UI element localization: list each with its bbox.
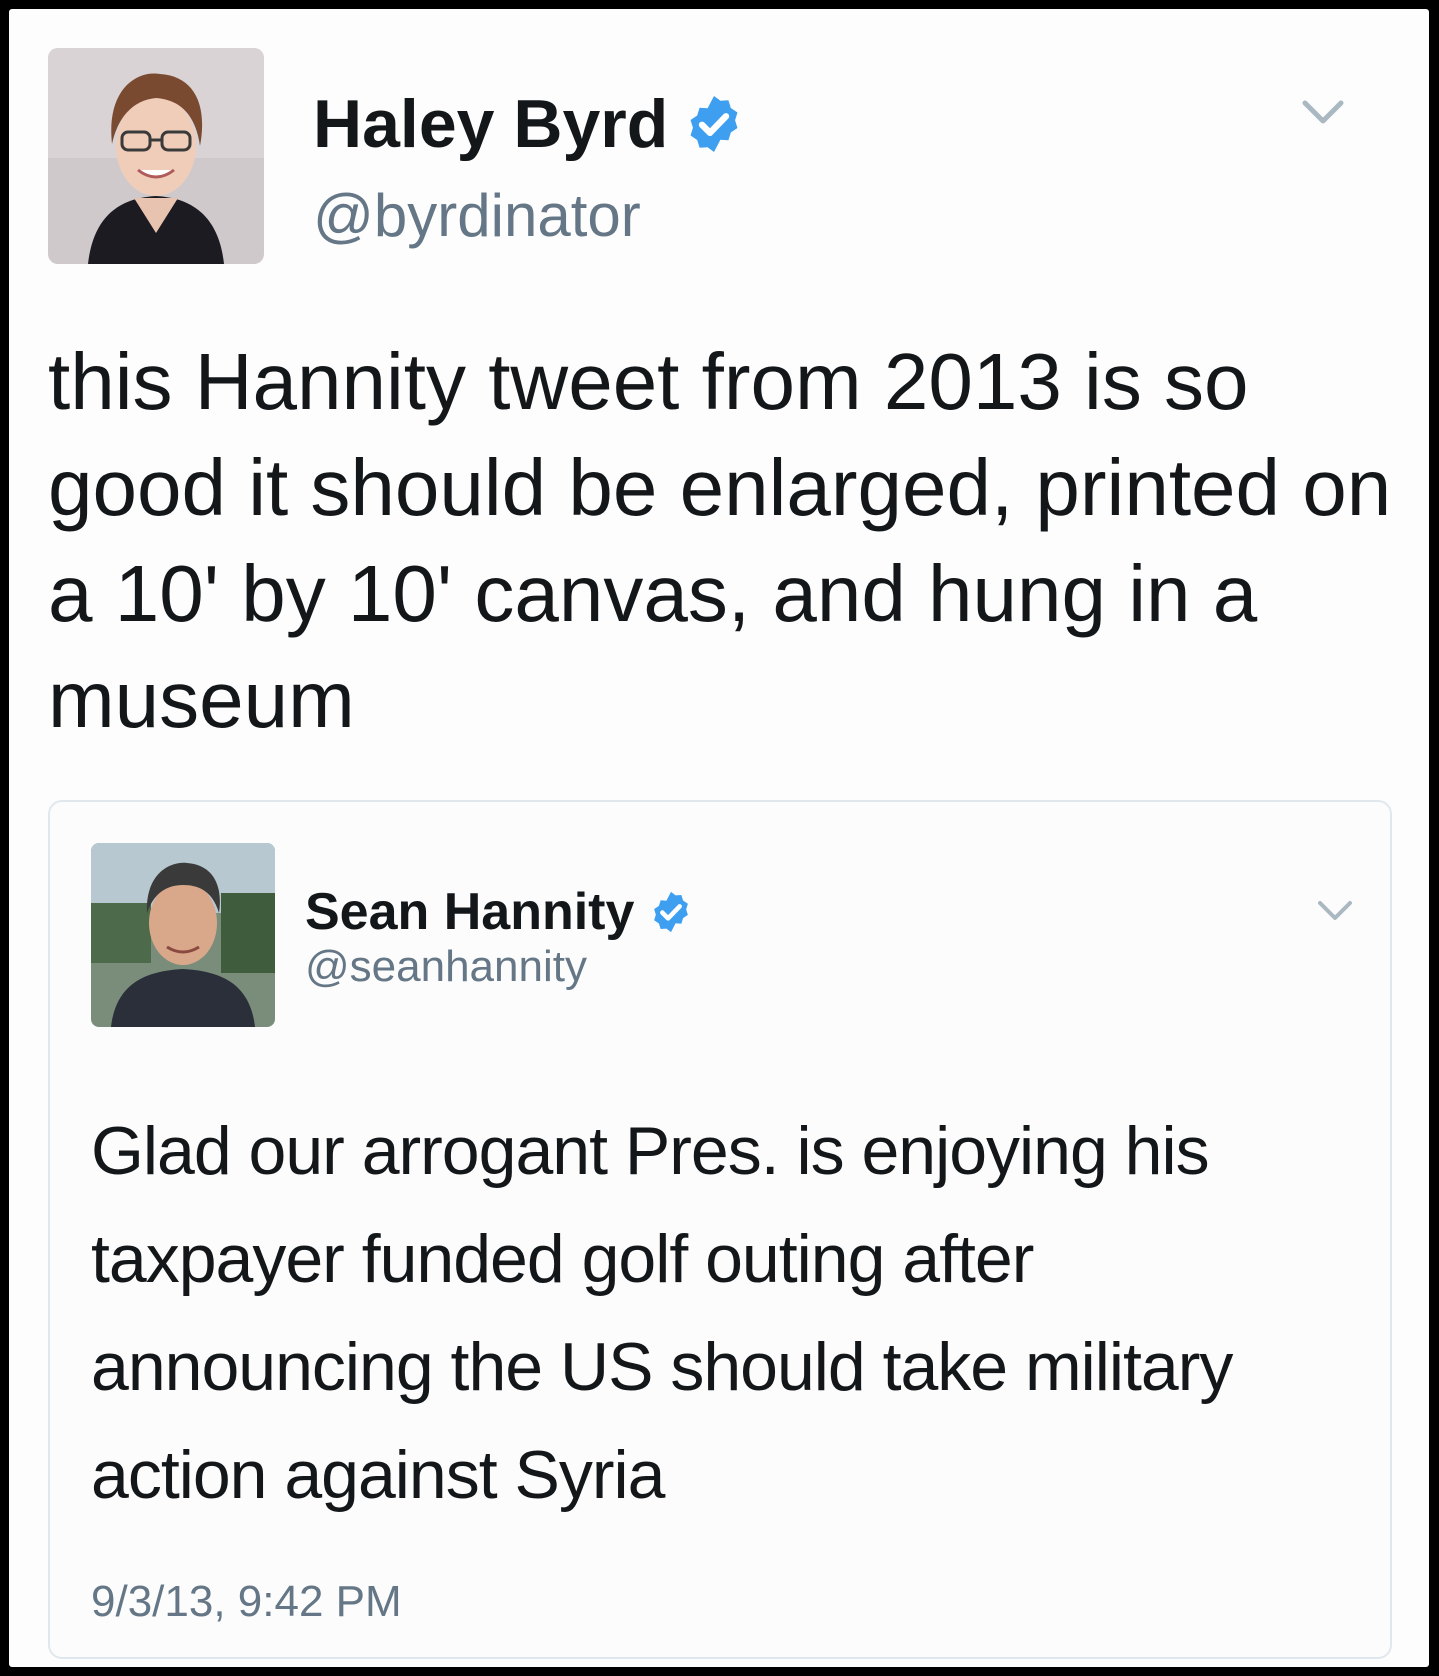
quoted-author-avatar[interactable] xyxy=(91,843,275,1027)
quoted-tweet-timestamp[interactable]: 9/3/13, 9:42 PM xyxy=(91,1577,402,1627)
author-name[interactable]: Haley Byrd xyxy=(313,85,746,163)
verified-badge-icon xyxy=(654,891,689,933)
avatar-photo xyxy=(48,48,264,264)
tweet-text: this Hannity tweet from 2013 is so good … xyxy=(48,337,1392,744)
author-handle[interactable]: @byrdinator xyxy=(313,181,641,250)
quoted-author-name[interactable]: Sean Hannity xyxy=(305,882,694,942)
chevron-down-icon[interactable] xyxy=(1315,898,1355,924)
verified-badge-icon xyxy=(690,96,738,152)
author-avatar[interactable] xyxy=(48,48,264,264)
avatar-photo xyxy=(91,843,275,1027)
author-name-text: Haley Byrd xyxy=(313,86,669,162)
chevron-down-icon[interactable] xyxy=(1299,95,1347,129)
quoted-tweet-text: Glad our arrogant Pres. is enjoying his … xyxy=(91,1113,1233,1513)
quoted-author-handle[interactable]: @seanhannity xyxy=(305,942,587,992)
quoted-author-name-text: Sean Hannity xyxy=(305,883,635,941)
quoted-tweet[interactable]: Sean Hannity @seanhannity Glad our arrog… xyxy=(48,800,1392,1659)
tweet-screenshot: Haley Byrd @byrdinator this Hannity twee… xyxy=(9,9,1429,1667)
